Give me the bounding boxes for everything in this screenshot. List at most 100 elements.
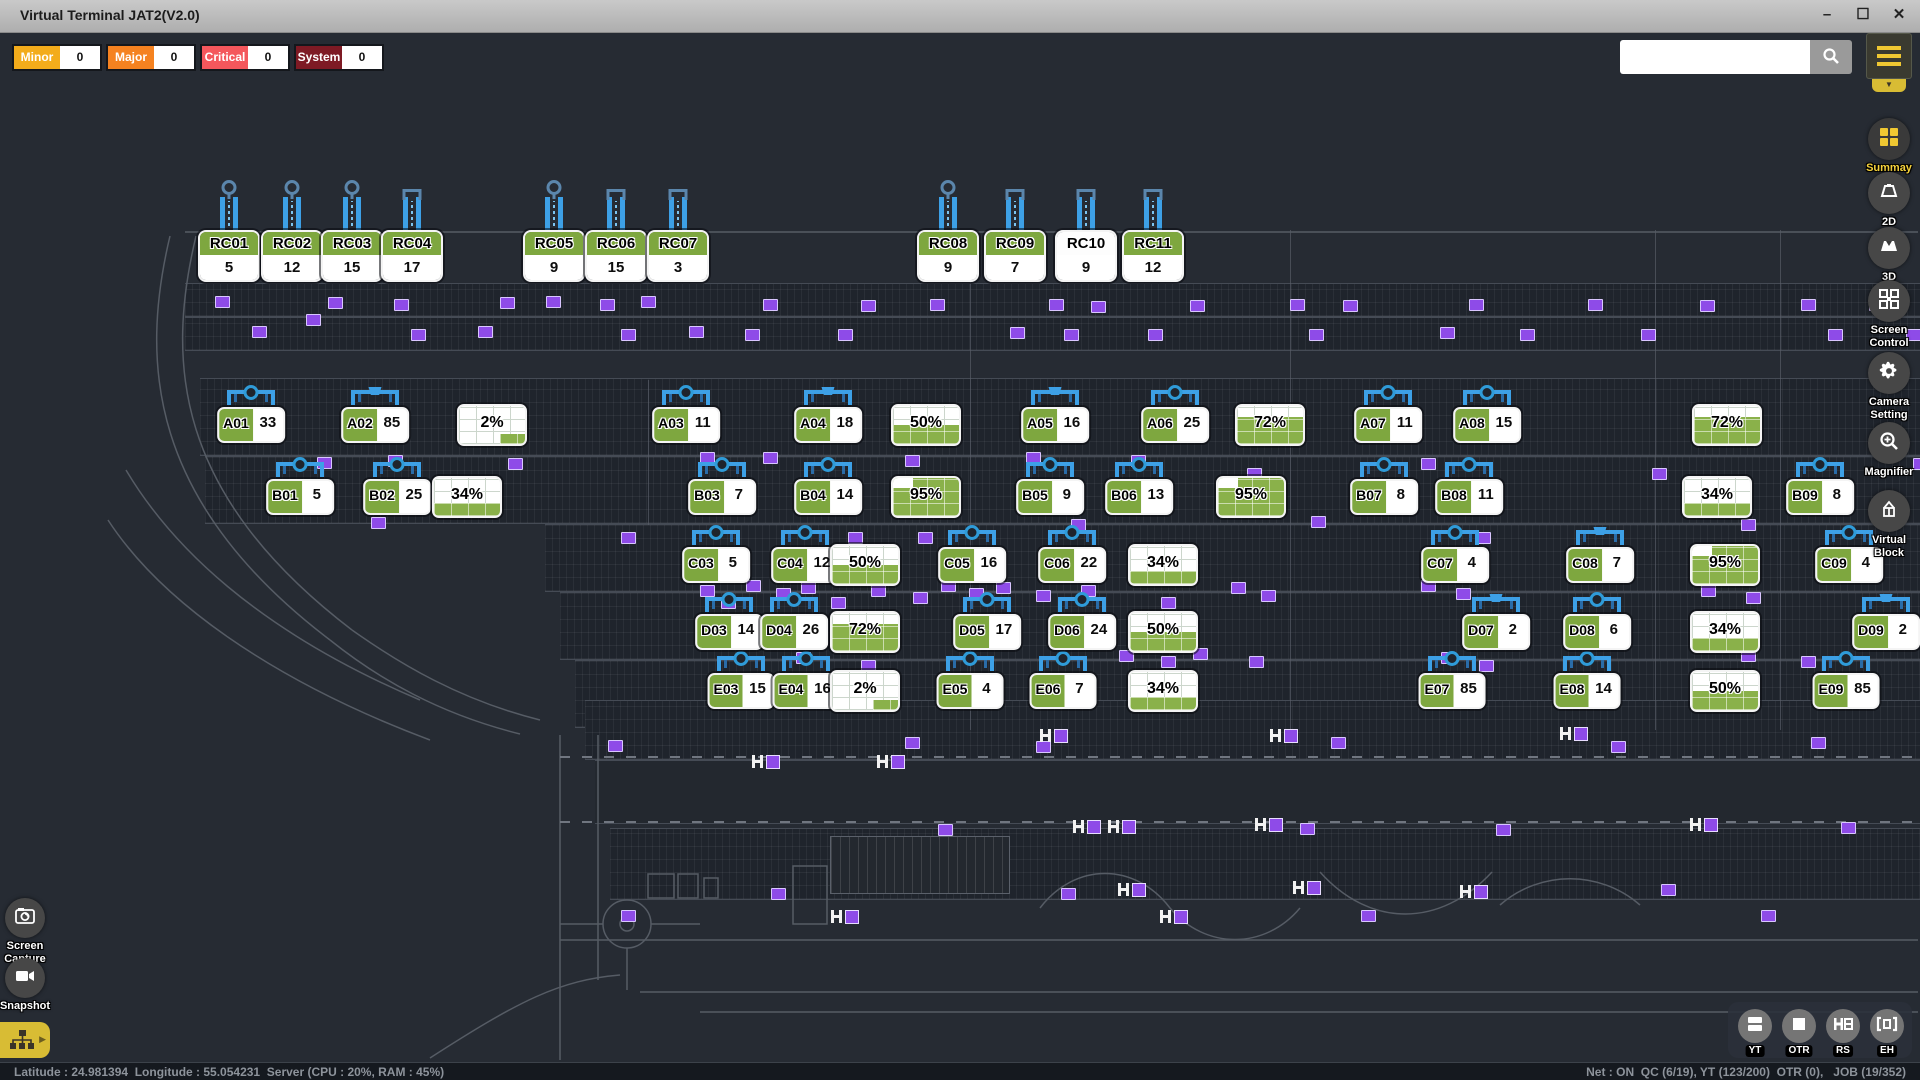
utilization-tile-d-50[interactable]: 50%: [1128, 611, 1198, 653]
container-marker[interactable]: [1161, 597, 1176, 609]
container-marker[interactable]: [1148, 329, 1163, 341]
block-c03[interactable]: C035: [682, 547, 750, 583]
crane-rc08[interactable]: RC089: [917, 230, 979, 282]
container-marker[interactable]: [1300, 823, 1315, 835]
container-marker[interactable]: [621, 910, 636, 922]
container-marker[interactable]: [1469, 299, 1484, 311]
block-a08[interactable]: A0815: [1453, 407, 1521, 443]
menu-button[interactable]: [1866, 33, 1912, 79]
container-marker[interactable]: [1913, 458, 1920, 470]
block-d09[interactable]: D092: [1852, 614, 1920, 650]
alarm-major[interactable]: Major0: [106, 44, 196, 71]
yard-truck-marker[interactable]: [1690, 818, 1718, 831]
block-e03[interactable]: E0315: [708, 673, 775, 709]
utilization-tile-b-34[interactable]: 34%: [432, 476, 502, 518]
utilization-tile-b-95[interactable]: 95%: [891, 476, 961, 518]
container-marker[interactable]: [215, 296, 230, 308]
container-marker[interactable]: [1496, 824, 1511, 836]
tool-camera-setting[interactable]: [1868, 352, 1910, 394]
layout-corner-tab[interactable]: ▶: [0, 1022, 50, 1058]
container-marker[interactable]: [861, 300, 876, 312]
container-marker[interactable]: [1249, 656, 1264, 668]
tool-summay[interactable]: [1868, 118, 1910, 160]
container-marker[interactable]: [831, 597, 846, 609]
yard-truck-marker[interactable]: [1108, 820, 1136, 833]
container-marker[interactable]: [1421, 458, 1436, 470]
container-marker[interactable]: [1811, 737, 1826, 749]
container-marker[interactable]: [1701, 585, 1716, 597]
container-marker[interactable]: [500, 297, 515, 309]
block-b07[interactable]: B078: [1350, 479, 1418, 515]
block-c05[interactable]: C0516: [938, 547, 1006, 583]
container-marker[interactable]: [1061, 888, 1076, 900]
block-e05[interactable]: E054: [937, 673, 1004, 709]
container-marker[interactable]: [328, 297, 343, 309]
yard-truck-marker[interactable]: [1560, 727, 1588, 740]
container-marker[interactable]: [1091, 301, 1106, 313]
container-marker[interactable]: [871, 585, 886, 597]
tool-3d[interactable]: [1868, 227, 1910, 269]
block-a05[interactable]: A0516: [1021, 407, 1089, 443]
container-marker[interactable]: [1641, 329, 1656, 341]
dock-otr-button[interactable]: [1782, 1009, 1816, 1043]
container-marker[interactable]: [1361, 910, 1376, 922]
container-marker[interactable]: [905, 455, 920, 467]
alarm-system[interactable]: System0: [294, 44, 384, 71]
container-marker[interactable]: [394, 299, 409, 311]
utilization-tile-a-2[interactable]: 2%: [457, 404, 527, 446]
container-marker[interactable]: [746, 580, 761, 592]
yard-truck-marker[interactable]: [1460, 885, 1488, 898]
minimize-button[interactable]: –: [1816, 4, 1838, 26]
container-marker[interactable]: [1828, 329, 1843, 341]
container-marker[interactable]: [1049, 299, 1064, 311]
utilization-tile-b-95[interactable]: 95%: [1216, 476, 1286, 518]
container-marker[interactable]: [1746, 592, 1761, 604]
utilization-tile-e-2[interactable]: 2%: [830, 670, 900, 712]
block-d06[interactable]: D0624: [1048, 614, 1116, 650]
utilization-tile-c-50[interactable]: 50%: [830, 544, 900, 586]
yard-truck-marker[interactable]: [1073, 820, 1101, 833]
close-button[interactable]: ✕: [1888, 4, 1910, 26]
block-e08[interactable]: E0814: [1554, 673, 1621, 709]
maximize-button[interactable]: ☐: [1852, 4, 1874, 26]
block-b09[interactable]: B098: [1786, 479, 1854, 515]
block-b06[interactable]: B0613: [1105, 479, 1173, 515]
yard-truck-marker[interactable]: [1270, 729, 1298, 742]
container-marker[interactable]: [371, 517, 386, 529]
search-button[interactable]: [1810, 40, 1852, 74]
block-e06[interactable]: E067: [1030, 673, 1097, 709]
container-marker[interactable]: [1311, 516, 1326, 528]
block-b02[interactable]: B0225: [363, 479, 431, 515]
container-marker[interactable]: [1801, 299, 1816, 311]
container-marker[interactable]: [1261, 590, 1276, 602]
alarm-critical[interactable]: Critical0: [200, 44, 290, 71]
block-c06[interactable]: C0622: [1038, 547, 1106, 583]
crane-rc02[interactable]: RC0212: [261, 230, 323, 282]
utilization-tile-a-72[interactable]: 72%: [1235, 404, 1305, 446]
container-marker[interactable]: [621, 532, 636, 544]
crane-rc07[interactable]: RC073: [647, 230, 709, 282]
block-c08[interactable]: C087: [1566, 547, 1634, 583]
block-a06[interactable]: A0625: [1141, 407, 1209, 443]
container-marker[interactable]: [763, 299, 778, 311]
container-marker[interactable]: [1801, 656, 1816, 668]
block-b04[interactable]: B0414: [794, 479, 862, 515]
tool-snapshot[interactable]: [5, 958, 45, 998]
container-marker[interactable]: [1520, 329, 1535, 341]
block-b03[interactable]: B037: [688, 479, 756, 515]
yard-truck-marker[interactable]: [1040, 729, 1068, 742]
block-b08[interactable]: B0811: [1435, 479, 1503, 515]
container-marker[interactable]: [1700, 300, 1715, 312]
container-marker[interactable]: [508, 458, 523, 470]
container-marker[interactable]: [1309, 329, 1324, 341]
container-marker[interactable]: [1841, 822, 1856, 834]
dock-eh-button[interactable]: [1870, 1009, 1904, 1043]
block-a03[interactable]: A0311: [652, 407, 720, 443]
container-marker[interactable]: [641, 296, 656, 308]
yard-truck-marker[interactable]: [1118, 883, 1146, 896]
dock-yt-button[interactable]: [1738, 1009, 1772, 1043]
container-marker[interactable]: [745, 329, 760, 341]
container-marker[interactable]: [1588, 299, 1603, 311]
crane-rc05[interactable]: RC059: [523, 230, 585, 282]
container-marker[interactable]: [1331, 737, 1346, 749]
